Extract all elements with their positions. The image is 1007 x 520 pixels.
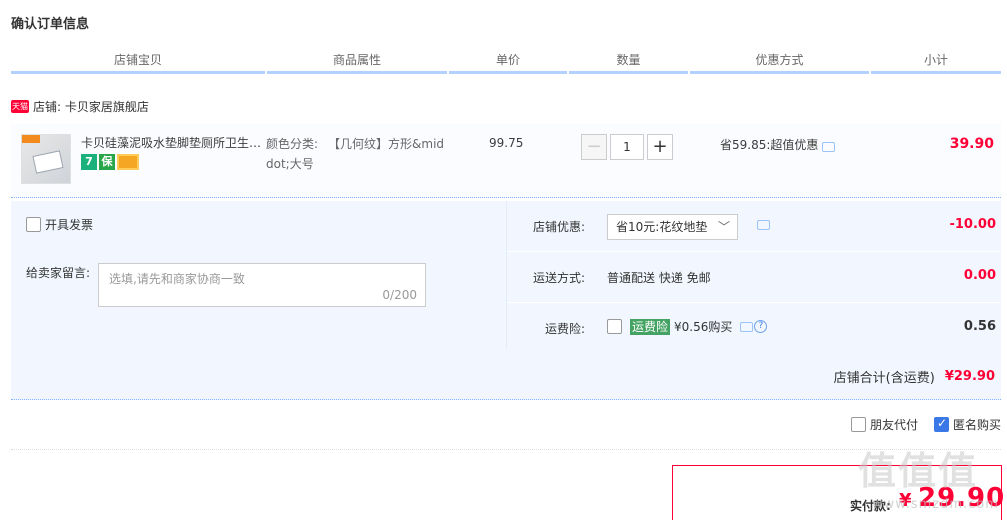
column-discount: 优惠方式 (690, 50, 869, 74)
item-subtotal: 39.90 (949, 136, 994, 152)
quantity-stepper: − 1 + (581, 134, 673, 160)
fee-panel: 店铺优惠: 省10元:花纹地垫 ﹀ -10.00 运送方式: 普通配送 快递 免… (506, 201, 1002, 349)
attr-key: 颜色分类: (266, 137, 319, 151)
insurance-tag: 运费险 (630, 318, 671, 335)
invoice-label: 开具发票 (45, 218, 94, 232)
watermark-url: www.smzdm.com (872, 497, 999, 512)
watermark-logo: 值值值 (858, 449, 979, 493)
shop-name-link[interactable]: 店铺: 卡贝家居旗舰店 (33, 98, 149, 115)
unit-price: 99.75 (489, 136, 524, 150)
column-attributes: 商品属性 (267, 50, 447, 74)
shop-discount-value: 省10元:花纹地垫 (616, 220, 708, 234)
memo-placeholder: 选填,请先和商家协商一致 (109, 272, 245, 286)
comment-icon[interactable] (822, 141, 836, 152)
column-unit-price: 单价 (449, 50, 567, 74)
discount-info: 省59.85:超值优惠 (720, 136, 836, 153)
column-shop-item: 店铺宝贝 (11, 50, 265, 74)
product-thumbnail[interactable] (21, 134, 71, 184)
shipping-amount: 0.00 (963, 268, 996, 283)
shop-discount-select[interactable]: 省10元:花纹地垫 ﹀ (607, 214, 738, 240)
memo-label: 给卖家留言: (26, 266, 91, 280)
anonymous-buy-label: 匿名购买 (952, 418, 1001, 432)
shipping-label: 运送方式: (532, 271, 585, 285)
quantity-decrease-button[interactable]: − (581, 134, 607, 160)
memo-char-count: 0/200 (382, 288, 417, 302)
insurance-option[interactable]: 运费险 ¥0.56购买 ? (607, 318, 768, 335)
discount-text: 省59.85:超值优惠 (720, 138, 819, 152)
comment-icon[interactable] (740, 321, 754, 332)
column-header: 店铺宝贝 商品属性 单价 数量 优惠方式 小计 (11, 50, 1001, 74)
credit-card-icon[interactable] (117, 154, 139, 170)
memo-textarea[interactable]: 选填,请先和商家协商一致 0/200 (98, 263, 426, 307)
invoice-checkbox[interactable] (26, 217, 41, 232)
anonymous-buy-option[interactable]: 匿名购买 (933, 416, 1001, 433)
seven-day-return-icon[interactable]: 7 (81, 154, 97, 170)
invoice-option[interactable]: 开具发票 (26, 216, 93, 233)
product-attributes: 颜色分类: 【几何纹】方形&mid dot;大号 (266, 134, 456, 174)
shop-total: 店铺合计(含运费) ¥29.90 (834, 367, 995, 386)
help-icon[interactable]: ? (754, 320, 768, 333)
shop-total-label: 店铺合计(含运费) (833, 371, 935, 386)
product-title-link[interactable]: 卡贝硅藻泥吸水垫脚垫厕所卫生间浴室门口防滑速干地垫 (81, 134, 266, 151)
insurance-desc: ¥0.56购买 (674, 320, 733, 334)
page-title: 确认订单信息 (11, 17, 90, 32)
order-detail-panel: 开具发票 给卖家留言: 选填,请先和商家协商一致 0/200 店铺优惠: 省10… (11, 201, 1002, 349)
insurance-checkbox[interactable] (607, 319, 622, 334)
service-badges: 7 保 (81, 154, 141, 170)
insurance-amount: 0.56 (963, 319, 996, 334)
comment-icon[interactable] (757, 220, 770, 230)
column-quantity: 数量 (569, 50, 688, 74)
insurance-label: 运费险: (544, 322, 585, 336)
quantity-increase-button[interactable]: + (647, 134, 673, 160)
tmall-icon: 天猫 (11, 99, 29, 113)
shop-row: 天猫 店铺: 卡贝家居旗舰店 (11, 97, 149, 115)
friend-pay-checkbox[interactable] (850, 417, 866, 432)
anonymous-buy-checkbox[interactable] (933, 416, 949, 432)
divider (11, 449, 1001, 450)
shop-discount-amount: -10.00 (949, 217, 996, 232)
guarantee-icon[interactable]: 保 (99, 154, 115, 170)
friend-pay-label: 朋友代付 (869, 418, 918, 432)
shop-total-bar: 店铺合计(含运费) ¥29.90 (11, 349, 1001, 400)
order-options: 朋友代付 匿名购买 (835, 416, 1001, 433)
shop-discount-row: 店铺优惠: 省10元:花纹地垫 ﹀ -10.00 (507, 201, 1002, 252)
shop-total-value: ¥29.90 (944, 369, 995, 384)
chevron-down-icon: ﹀ (717, 220, 730, 234)
shipping-row: 运送方式: 普通配送 快递 免邮 0.00 (507, 252, 1002, 303)
shipping-method: 普通配送 快递 免邮 (607, 271, 711, 285)
quantity-input[interactable]: 1 (610, 134, 644, 160)
friend-pay-option[interactable]: 朋友代付 (850, 416, 918, 433)
insurance-row: 运费险: 运费险 ¥0.56购买 ? 0.56 (507, 303, 1002, 354)
shop-discount-label: 店铺优惠: (532, 220, 585, 234)
column-subtotal: 小计 (871, 50, 1001, 74)
order-item-row: 卡贝硅藻泥吸水垫脚垫厕所卫生间浴室门口防滑速干地垫 7 保 颜色分类:【几何纹】… (11, 124, 1001, 198)
